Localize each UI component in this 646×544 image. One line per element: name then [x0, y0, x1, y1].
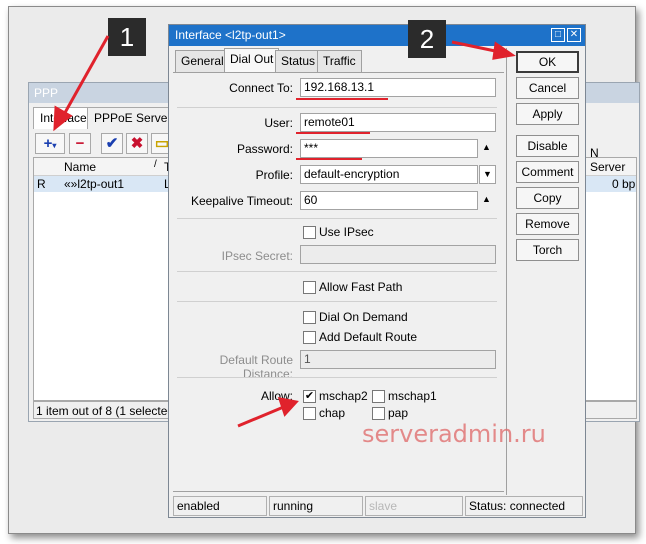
arrow-head	[492, 41, 516, 60]
annotation-arrows	[53, 35, 516, 428]
arrow-to-ok-button	[451, 40, 501, 54]
arrow-to-mschap2	[237, 404, 287, 428]
watermark: serveradmin.ru	[362, 420, 546, 448]
arrow-head	[53, 105, 73, 132]
arrow-to-add-button	[60, 35, 110, 119]
arrow-head	[277, 397, 299, 417]
